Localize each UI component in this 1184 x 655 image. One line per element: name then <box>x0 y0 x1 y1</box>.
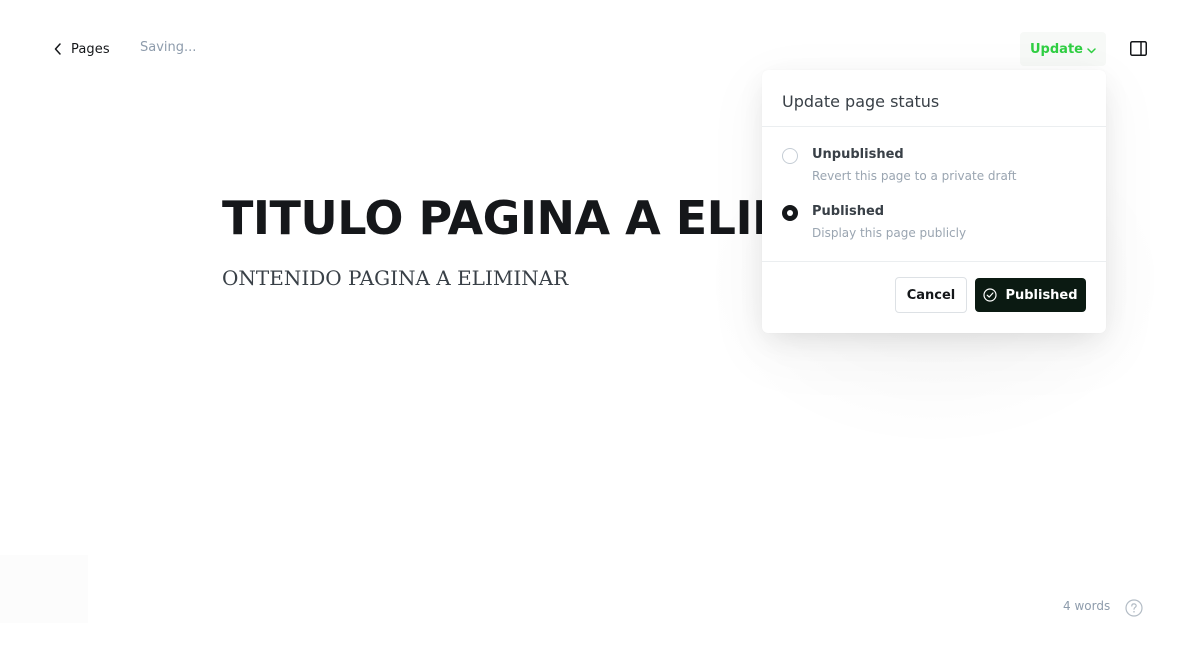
confirm-publish-button[interactable]: Published <box>975 278 1086 312</box>
sidebar-toggle-button[interactable] <box>1126 37 1150 59</box>
left-panel-edge <box>0 555 88 623</box>
chevron-down-icon <box>1087 47 1096 53</box>
save-status: Saving... <box>140 40 197 55</box>
post-content[interactable]: ONTENIDO PAGINA A ELIMINAR <box>222 266 568 290</box>
popover-divider <box>762 261 1106 262</box>
option-published[interactable]: Published Display this page publicly <box>782 204 1082 248</box>
popover-divider <box>762 126 1106 127</box>
radio-published[interactable] <box>782 205 798 221</box>
option-label: Unpublished <box>812 147 904 162</box>
word-count: 4 words <box>1063 599 1111 613</box>
sidebar-panel-icon <box>1129 40 1147 56</box>
help-circle-icon[interactable] <box>1125 599 1143 617</box>
publish-status-popover: Update page status Unpublished Revert th… <box>762 70 1106 333</box>
cancel-button[interactable]: Cancel <box>895 277 967 313</box>
popover-title: Update page status <box>782 92 940 111</box>
confirm-publish-label: Published <box>1005 287 1078 303</box>
page-editor: Pages Saving... Update TITULO PAGINA A E… <box>0 0 1184 655</box>
option-label: Published <box>812 204 885 219</box>
back-to-pages-link[interactable]: Pages <box>54 38 110 60</box>
option-unpublished[interactable]: Unpublished Revert this page to a privat… <box>782 147 1082 191</box>
option-description: Display this page publicly <box>812 226 967 240</box>
chevron-left-icon <box>54 43 61 55</box>
radio-unpublished[interactable] <box>782 148 798 164</box>
check-circle-icon <box>983 288 998 302</box>
update-button-label: Update <box>1030 41 1083 57</box>
option-description: Revert this page to a private draft <box>812 169 1017 183</box>
back-label: Pages <box>71 41 110 57</box>
update-button[interactable]: Update <box>1020 32 1106 66</box>
